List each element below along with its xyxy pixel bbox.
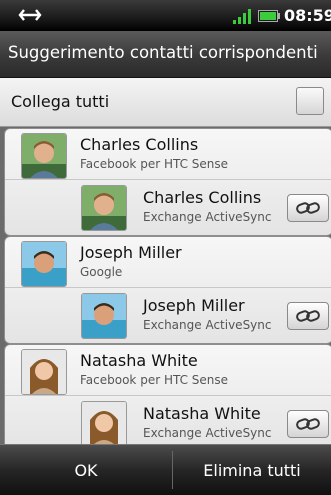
link-button[interactable]: [287, 194, 329, 222]
contact-source: Google: [80, 265, 123, 279]
link-all-row[interactable]: Collega tutti: [0, 78, 331, 127]
clock: 08:59: [284, 6, 331, 25]
contact-name: Natasha White: [80, 351, 198, 370]
matched-contact-name: Charles Collins: [143, 188, 262, 207]
page-title: Suggerimento contatti corrispondenti: [8, 43, 318, 62]
usb-icon: [18, 9, 42, 21]
chain-link-icon: [296, 418, 320, 430]
contact-source: Facebook per HTC Sense: [80, 157, 229, 171]
title-bar: Suggerimento contatti corrispondenti: [0, 31, 331, 78]
contact-group-natasha-white: Natasha White Facebook per HTC Sense Nat…: [4, 344, 331, 444]
avatar: [21, 349, 67, 395]
contact-match-list[interactable]: Collega tutti Charles Collins Facebook p…: [0, 78, 331, 444]
matched-contact-source: Exchange ActiveSync: [143, 426, 272, 440]
contact-group-charles-collins: Charles Collins Facebook per HTC Sense C…: [4, 128, 331, 236]
contact-row[interactable]: Natasha White Facebook per HTC Sense: [5, 345, 331, 395]
avatar: [21, 133, 67, 179]
matched-contact-row[interactable]: Natasha White Exchange ActiveSync: [5, 395, 331, 444]
matched-contact-source: Exchange ActiveSync: [143, 210, 272, 224]
avatar: [81, 293, 127, 339]
contact-name: Charles Collins: [80, 135, 199, 154]
link-button[interactable]: [287, 302, 329, 330]
link-button[interactable]: [287, 410, 329, 438]
matched-contact-source: Exchange ActiveSync: [143, 318, 272, 332]
ok-button[interactable]: OK: [0, 445, 172, 495]
matched-contact-name: Joseph Miller: [143, 296, 245, 315]
contact-group-joseph-miller: Joseph Miller Google Joseph Miller Excha…: [4, 236, 331, 344]
chain-link-icon: [296, 202, 320, 214]
avatar: [81, 185, 127, 231]
signal-icon: [233, 9, 251, 24]
avatar: [21, 241, 67, 287]
avatar: [81, 401, 127, 444]
contact-name: Joseph Miller: [80, 243, 182, 262]
delete-all-button[interactable]: Elimina tutti: [173, 445, 331, 495]
matched-contact-row[interactable]: Charles Collins Exchange ActiveSync: [5, 179, 331, 236]
matched-contact-row[interactable]: Joseph Miller Exchange ActiveSync: [5, 287, 331, 344]
contact-row[interactable]: Charles Collins Facebook per HTC Sense: [5, 129, 331, 179]
link-all-checkbox[interactable]: [296, 87, 324, 115]
contact-row[interactable]: Joseph Miller Google: [5, 237, 331, 287]
bottom-action-bar: OK Elimina tutti: [0, 444, 331, 495]
chain-link-icon: [296, 310, 320, 322]
link-all-label: Collega tutti: [11, 92, 110, 111]
contact-source: Facebook per HTC Sense: [80, 373, 229, 387]
matched-contact-name: Natasha White: [143, 404, 261, 423]
status-bar: 08:59: [0, 0, 331, 31]
battery-icon: [258, 10, 280, 22]
